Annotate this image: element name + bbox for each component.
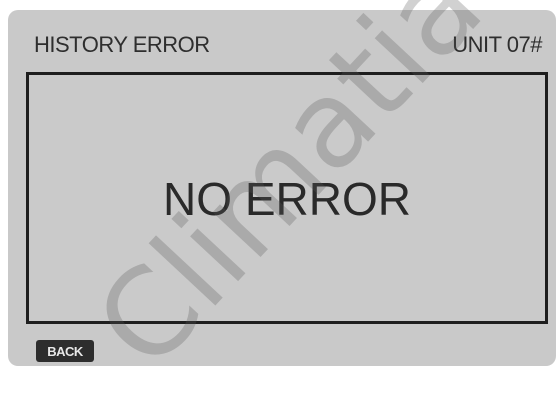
error-status-message: NO ERROR bbox=[163, 173, 411, 225]
page-title: HISTORY ERROR bbox=[34, 32, 210, 57]
controller-screen: HISTORY ERROR UNIT 07# NO ERROR BACK bbox=[8, 10, 556, 366]
unit-label: UNIT 07# bbox=[452, 32, 542, 57]
back-button[interactable]: BACK bbox=[36, 340, 94, 362]
error-history-panel: NO ERROR bbox=[26, 72, 548, 324]
